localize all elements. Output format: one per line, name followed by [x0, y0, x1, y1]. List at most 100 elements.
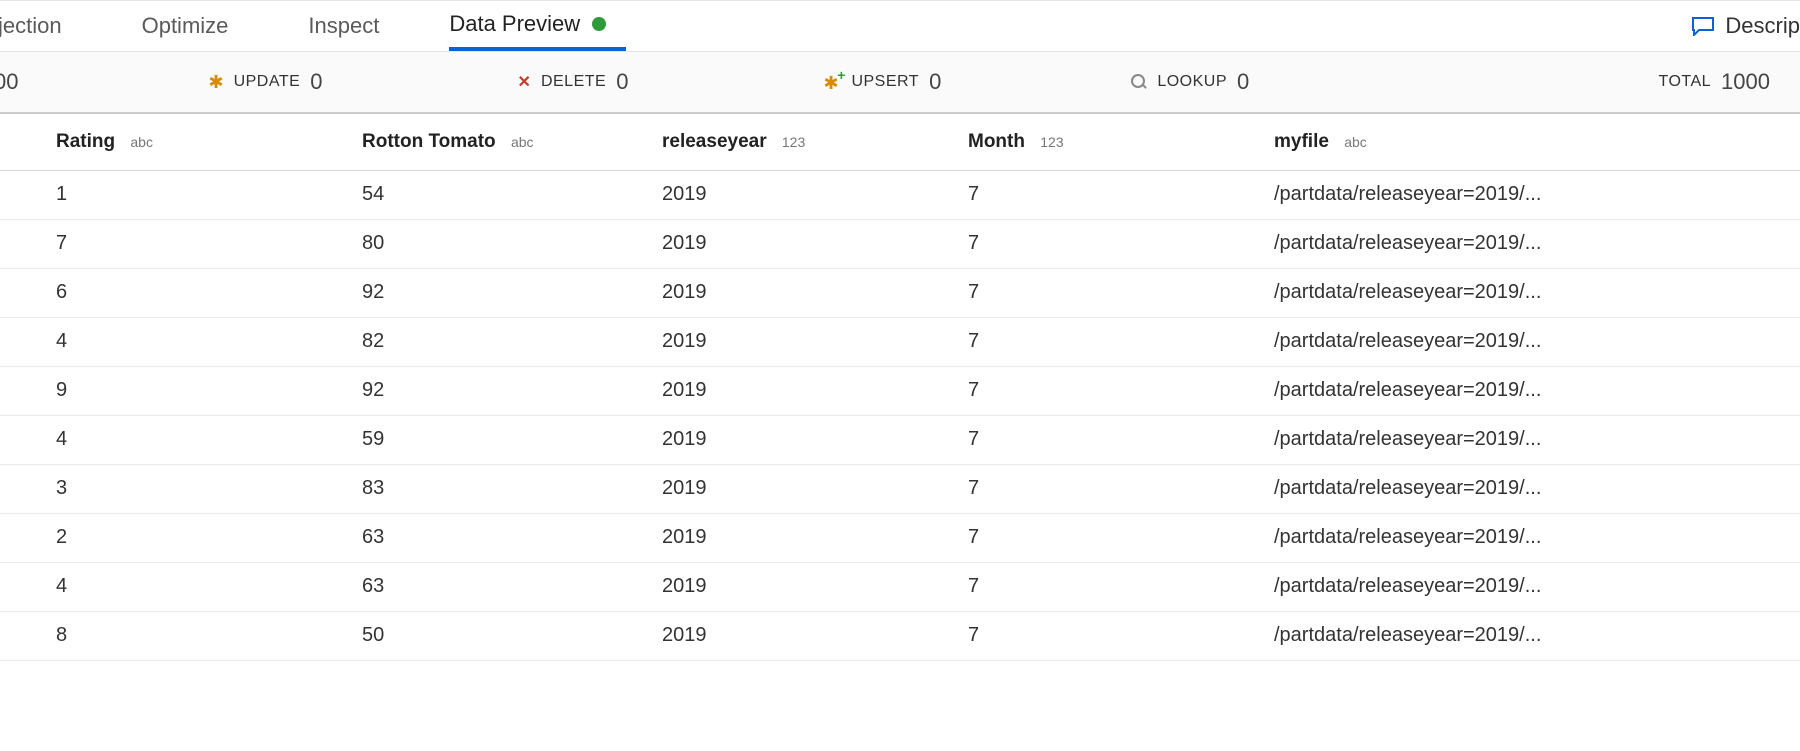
col-header-rating[interactable]: Rating abc	[56, 114, 362, 170]
stat-delete-label: DELETE	[541, 73, 606, 91]
table-row[interactable]: 46320197/partdata/releaseyear=2019/...	[0, 562, 1800, 611]
tab-bar: jection Optimize Inspect Data Preview De…	[0, 0, 1800, 52]
col-type: 123	[1040, 134, 1063, 150]
stat-partial-value: 00	[0, 69, 18, 95]
cell-rating: 3	[56, 464, 362, 513]
tab-inspect[interactable]: Inspect	[308, 1, 449, 51]
cell-releaseyear: 2019	[662, 170, 968, 219]
cell-month: 7	[968, 464, 1274, 513]
stat-upsert-value: 0	[929, 69, 941, 95]
cell-rotton-tomato: 82	[362, 317, 662, 366]
cell-releaseyear: 2019	[662, 611, 968, 660]
stat-total: TOTAL 1000	[1658, 69, 1770, 95]
stat-upsert-label: UPSERT	[851, 73, 919, 91]
stat-update: ✱ UPDATE 0	[208, 69, 322, 95]
table-row[interactable]: 26320197/partdata/releaseyear=2019/...	[0, 513, 1800, 562]
cell-myfile: /partdata/releaseyear=2019/...	[1274, 219, 1800, 268]
search-icon	[1131, 74, 1147, 90]
col-name: Rating	[56, 131, 115, 152]
table-row[interactable]: 48220197/partdata/releaseyear=2019/...	[0, 317, 1800, 366]
cell-rotton-tomato: 63	[362, 562, 662, 611]
stat-total-value: 1000	[1721, 69, 1770, 95]
data-table: Rating abc Rotton Tomato abc releaseyear…	[0, 114, 1800, 661]
stat-upsert: ✱+ UPSERT 0	[823, 69, 941, 95]
cell-myfile: /partdata/releaseyear=2019/...	[1274, 366, 1800, 415]
cell-month: 7	[968, 513, 1274, 562]
stat-bar: 00 ✱ UPDATE 0 ✕ DELETE 0 ✱+ UPSERT 0 LOO…	[0, 52, 1800, 114]
cell-month: 7	[968, 219, 1274, 268]
tab-data-preview-label: Data Preview	[449, 11, 580, 37]
table-row[interactable]: 38320197/partdata/releaseyear=2019/...	[0, 464, 1800, 513]
table-row[interactable]: 85020197/partdata/releaseyear=2019/...	[0, 611, 1800, 660]
col-type: abc	[511, 134, 534, 150]
table-row[interactable]: 78020197/partdata/releaseyear=2019/...	[0, 219, 1800, 268]
upsert-icon: ✱+	[823, 73, 841, 91]
cell-myfile: /partdata/releaseyear=2019/...	[1274, 464, 1800, 513]
cell-month: 7	[968, 268, 1274, 317]
stat-total-label: TOTAL	[1658, 73, 1711, 91]
col-type: 123	[782, 134, 805, 150]
cell-myfile: /partdata/releaseyear=2019/...	[1274, 317, 1800, 366]
cell-releaseyear: 2019	[662, 317, 968, 366]
col-header-myfile[interactable]: myfile abc	[1274, 114, 1800, 170]
cell-rating: 4	[56, 317, 362, 366]
cell-rotton-tomato: 80	[362, 219, 662, 268]
cell-rotton-tomato: 63	[362, 513, 662, 562]
col-header-rotton-tomato[interactable]: Rotton Tomato abc	[362, 114, 662, 170]
cell-rating: 8	[56, 611, 362, 660]
description-label: Descrip	[1725, 13, 1800, 39]
cell-myfile: /partdata/releaseyear=2019/...	[1274, 170, 1800, 219]
cell-rotton-tomato: 59	[362, 415, 662, 464]
table-row[interactable]: 69220197/partdata/releaseyear=2019/...	[0, 268, 1800, 317]
cell-month: 7	[968, 366, 1274, 415]
comment-icon	[1691, 16, 1715, 36]
table-header-row: Rating abc Rotton Tomato abc releaseyear…	[0, 114, 1800, 170]
stat-update-label: UPDATE	[234, 73, 301, 91]
cell-releaseyear: 2019	[662, 464, 968, 513]
cell-releaseyear: 2019	[662, 366, 968, 415]
stat-partial-left: 00	[0, 69, 18, 95]
cell-rotton-tomato: 92	[362, 366, 662, 415]
asterisk-icon: ✱	[208, 73, 223, 91]
col-header-releaseyear[interactable]: releaseyear 123	[662, 114, 968, 170]
col-name: myfile	[1274, 131, 1329, 152]
cell-rating: 2	[56, 513, 362, 562]
cell-rotton-tomato: 92	[362, 268, 662, 317]
stat-delete-value: 0	[616, 69, 628, 95]
tab-projection[interactable]: jection	[0, 1, 142, 51]
cell-myfile: /partdata/releaseyear=2019/...	[1274, 611, 1800, 660]
description-button[interactable]: Descrip	[1681, 1, 1800, 51]
cell-releaseyear: 2019	[662, 415, 968, 464]
col-name: Rotton Tomato	[362, 131, 496, 152]
cell-rating: 4	[56, 562, 362, 611]
cell-rotton-tomato: 50	[362, 611, 662, 660]
table-row[interactable]: 99220197/partdata/releaseyear=2019/...	[0, 366, 1800, 415]
col-type: abc	[1344, 134, 1367, 150]
col-name: Month	[968, 131, 1025, 152]
cell-myfile: /partdata/releaseyear=2019/...	[1274, 562, 1800, 611]
col-type: abc	[130, 134, 153, 150]
cell-releaseyear: 2019	[662, 513, 968, 562]
cell-rating: 6	[56, 268, 362, 317]
tab-data-preview[interactable]: Data Preview	[449, 1, 626, 51]
cell-myfile: /partdata/releaseyear=2019/...	[1274, 513, 1800, 562]
cell-month: 7	[968, 415, 1274, 464]
cell-month: 7	[968, 562, 1274, 611]
stat-lookup: LOOKUP 0	[1131, 69, 1249, 95]
cell-releaseyear: 2019	[662, 219, 968, 268]
x-icon: ✕	[518, 72, 531, 92]
status-dot-icon	[592, 17, 606, 31]
cell-month: 7	[968, 611, 1274, 660]
cell-rating: 7	[56, 219, 362, 268]
table-row[interactable]: 15420197/partdata/releaseyear=2019/...	[0, 170, 1800, 219]
tab-optimize[interactable]: Optimize	[142, 1, 309, 51]
cell-releaseyear: 2019	[662, 268, 968, 317]
cell-rating: 1	[56, 170, 362, 219]
stat-lookup-label: LOOKUP	[1157, 73, 1227, 91]
cell-releaseyear: 2019	[662, 562, 968, 611]
table-row[interactable]: 45920197/partdata/releaseyear=2019/...	[0, 415, 1800, 464]
cell-myfile: /partdata/releaseyear=2019/...	[1274, 268, 1800, 317]
stat-delete: ✕ DELETE 0	[518, 69, 629, 95]
col-header-month[interactable]: Month 123	[968, 114, 1274, 170]
table-body: 15420197/partdata/releaseyear=2019/...78…	[0, 170, 1800, 660]
